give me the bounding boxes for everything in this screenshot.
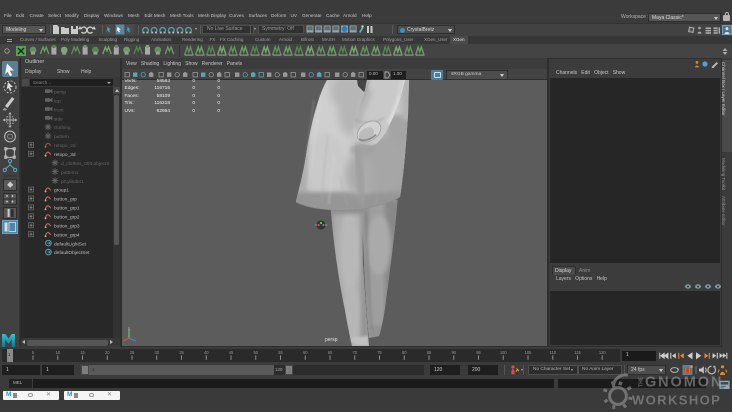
svg-text:retopo_2d: retopo_2d (54, 143, 76, 149)
svg-text:30: 30 (154, 350, 159, 355)
svg-text:120: 120 (599, 350, 607, 355)
svg-text:25: 25 (130, 350, 135, 355)
svg-text:35: 35 (179, 350, 184, 355)
svg-text:button_grp4: button_grp4 (54, 232, 80, 238)
svg-text:60: 60 (303, 350, 308, 355)
svg-text:group1: group1 (54, 188, 69, 194)
svg-text:THE: THE (639, 376, 645, 387)
svg-text:45: 45 (229, 350, 234, 355)
svg-text:115: 115 (574, 350, 581, 355)
svg-text:100: 100 (500, 350, 508, 355)
svg-text:pattern1: pattern1 (61, 170, 79, 176)
svg-text:button_grp3: button_grp3 (54, 223, 80, 229)
svg-text:95: 95 (476, 350, 481, 355)
svg-text:top: top (54, 98, 61, 104)
svg-text:defaultObjectSet: defaultObjectSet (54, 250, 90, 256)
svg-text:button_grp1: button_grp1 (54, 206, 80, 212)
svg-text:retopo_3d: retopo_3d (54, 152, 76, 158)
svg-text:65: 65 (328, 350, 333, 355)
svg-text:50: 50 (253, 350, 258, 355)
svg-text:clothing: clothing (54, 125, 71, 131)
svg-text:WORKSHOP: WORKSHOP (632, 393, 721, 408)
svg-text:85: 85 (427, 350, 432, 355)
svg-text:persp: persp (54, 90, 66, 96)
svg-text:105: 105 (525, 350, 533, 355)
svg-text:20: 20 (105, 350, 110, 355)
svg-text:front: front (54, 107, 64, 113)
svg-text:110: 110 (549, 350, 556, 355)
svg-text:10: 10 (55, 350, 60, 355)
svg-text:pattern: pattern (54, 134, 69, 140)
svg-text:40: 40 (204, 350, 209, 355)
svg-text:side: side (54, 116, 63, 122)
svg-text:d_clothes_003:objectS: d_clothes_003:objectS (61, 161, 110, 167)
svg-text:75: 75 (377, 350, 382, 355)
svg-text:5: 5 (32, 350, 35, 355)
svg-text:pCylinder1: pCylinder1 (61, 179, 84, 185)
svg-text:70: 70 (352, 350, 357, 355)
svg-text:button_grp: button_grp (54, 197, 77, 203)
svg-text:GNOMON: GNOMON (645, 375, 723, 391)
svg-text:55: 55 (278, 350, 283, 355)
svg-text:15: 15 (80, 350, 85, 355)
svg-text:80: 80 (402, 350, 407, 355)
svg-text:90: 90 (451, 350, 456, 355)
svg-text:defaultLightSet: defaultLightSet (54, 241, 87, 247)
svg-text:button_grp2: button_grp2 (54, 215, 80, 221)
